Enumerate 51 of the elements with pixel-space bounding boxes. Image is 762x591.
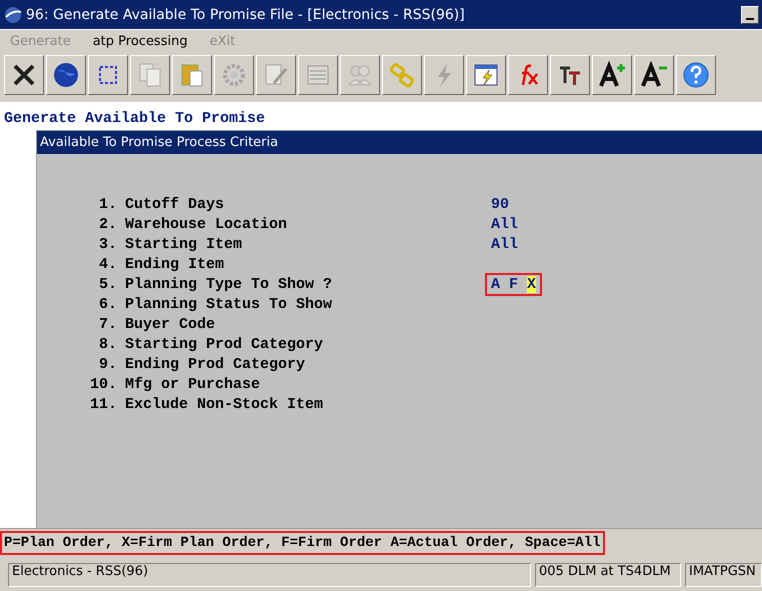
criteria-label: Ending Item xyxy=(124,256,226,272)
criteria-label: Warehouse Location xyxy=(124,216,288,232)
row-number: 9. xyxy=(98,356,117,372)
criteria-field[interactable]: All xyxy=(485,212,524,236)
criteria-label: Planning Status To Show xyxy=(124,296,334,312)
criteria-label: Starting Prod Category xyxy=(124,336,324,352)
row-number: 7. xyxy=(98,316,117,332)
help-icon xyxy=(682,61,710,89)
toolbar-button[interactable] xyxy=(676,55,716,95)
criteria-label: Mfg or Purchase xyxy=(124,376,262,392)
panel-title: Available To Promise Process Criteria xyxy=(37,131,762,154)
toolbar-button[interactable] xyxy=(550,55,590,95)
font-increase-icon xyxy=(598,61,626,89)
hint-text: P=Plan Order, X=Firm Plan Order, F=Firm Order A=Actual Order, Space=All xyxy=(0,531,604,555)
criteria-field[interactable]: All xyxy=(485,232,524,256)
toolbar-button[interactable] xyxy=(634,55,674,95)
row-number: 10. xyxy=(88,376,117,392)
gear-icon xyxy=(220,61,248,89)
app-icon xyxy=(4,6,22,24)
toolbar-button[interactable] xyxy=(88,55,128,95)
row-number: 2. xyxy=(98,216,117,232)
criteria-field[interactable]: A F X xyxy=(485,272,542,296)
status-field: Electronics - RSS(96) xyxy=(8,563,531,587)
globe-icon xyxy=(52,61,80,89)
criteria-label: Ending Prod Category xyxy=(124,356,306,372)
criteria-field[interactable]: 90 xyxy=(485,192,516,216)
row-number: 11. xyxy=(88,396,117,412)
minimize-button[interactable] xyxy=(741,6,759,24)
criteria-label: Buyer Code xyxy=(124,316,216,332)
row-number: 4. xyxy=(98,256,117,272)
text-cursor: X xyxy=(527,276,536,292)
row-number: 5. xyxy=(98,276,117,292)
toolbar-button[interactable] xyxy=(4,55,44,95)
status-field: IMATPGSN xyxy=(685,563,762,587)
font-decrease-icon xyxy=(640,61,668,89)
row-number: 1. xyxy=(98,196,117,212)
row-number: 8. xyxy=(98,336,117,352)
chain-icon xyxy=(388,61,416,89)
toolbar-button[interactable] xyxy=(592,55,632,95)
criteria-label: Cutoff Days xyxy=(124,196,226,212)
row-number: 3. xyxy=(98,236,117,252)
row-number: 6. xyxy=(98,296,117,312)
menu-item[interactable]: atp Processing xyxy=(92,34,188,48)
status-field: 005 DLM at TS4DLM xyxy=(535,563,681,587)
screen-heading: Generate Available To Promise xyxy=(3,109,266,129)
toolbar-button[interactable] xyxy=(46,55,86,95)
toolbar-button[interactable] xyxy=(466,55,506,95)
criteria-label: Planning Type To Show ? xyxy=(124,276,334,292)
window-title: 96: Generate Available To Promise File - [Electronics - RSS(96)] xyxy=(26,6,466,22)
criteria-label: Exclude Non-Stock Item xyxy=(124,396,324,412)
criteria-label: Starting Item xyxy=(124,236,244,252)
